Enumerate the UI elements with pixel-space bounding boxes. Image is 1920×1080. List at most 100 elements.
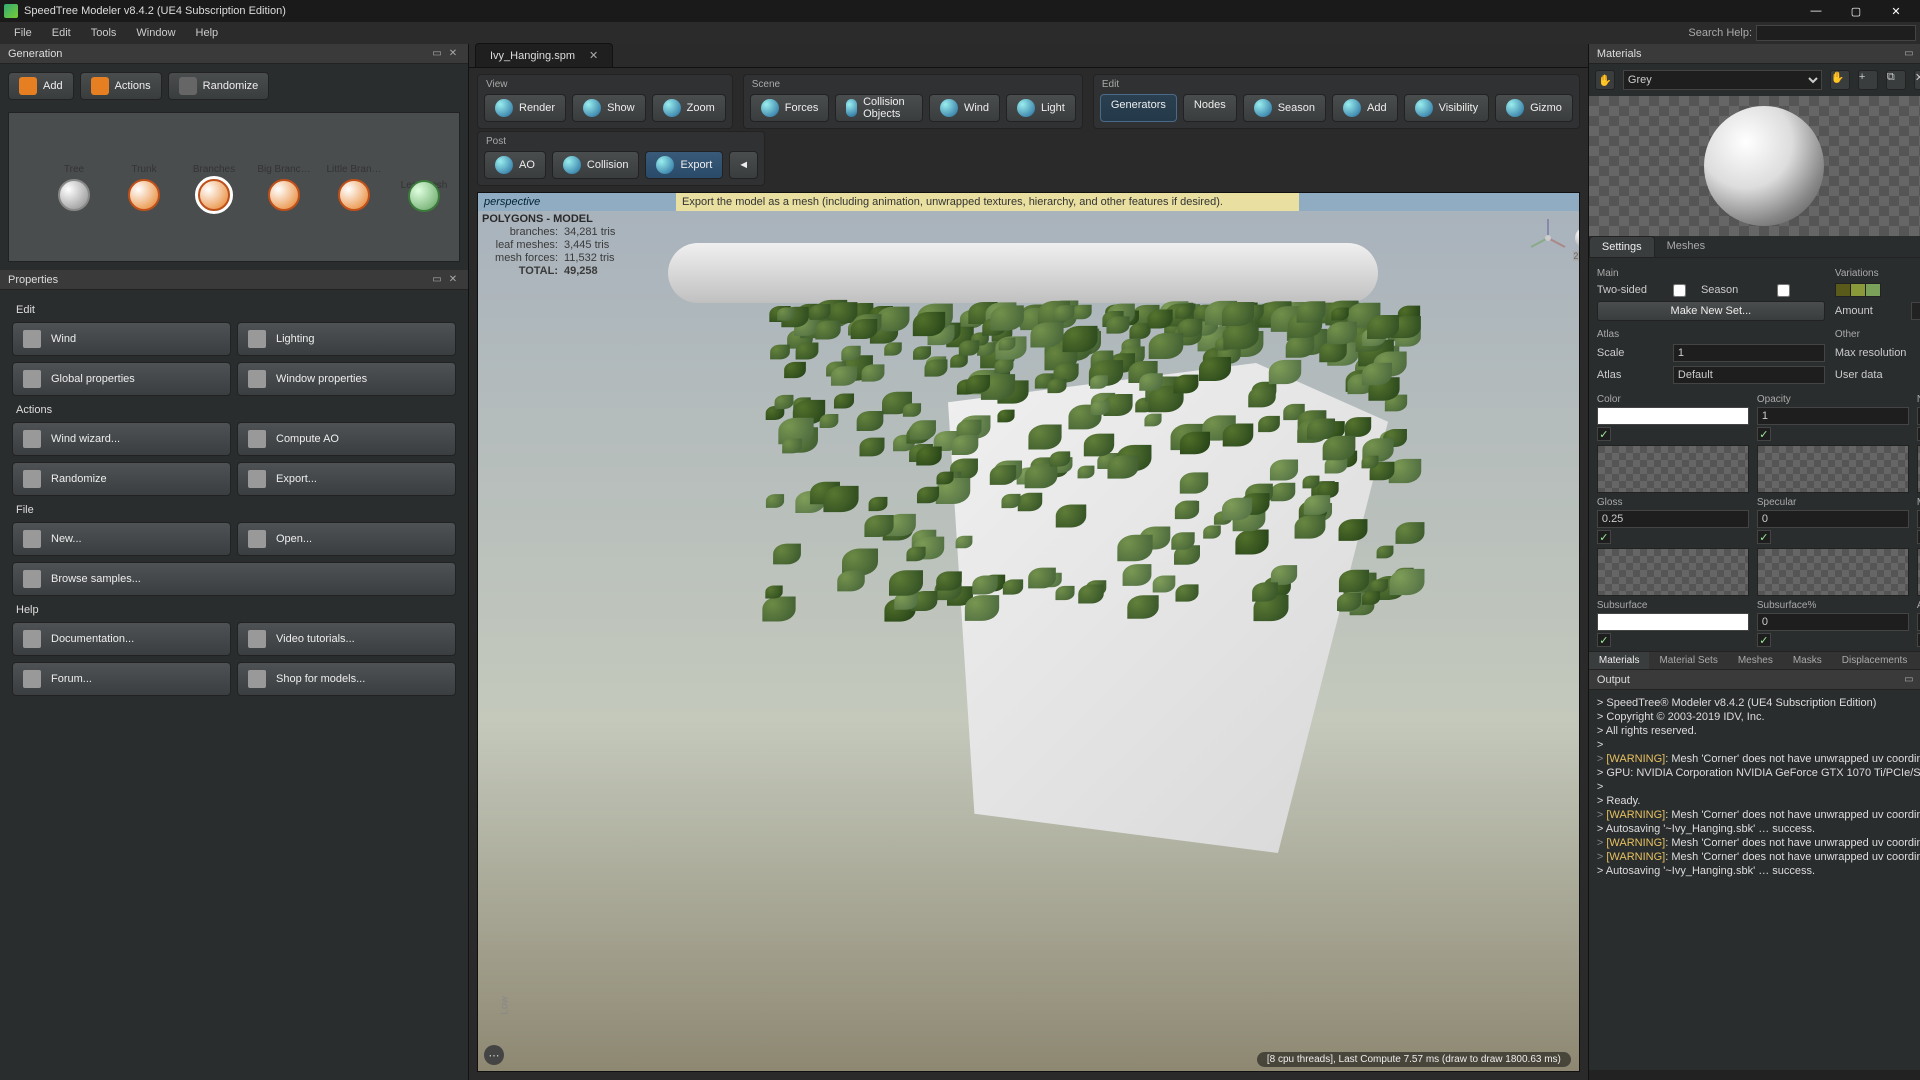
make-new-set-button[interactable]: Make New Set...	[1597, 301, 1825, 321]
subsurf-enable[interactable]: ✓	[1597, 633, 1611, 647]
add-button[interactable]: Add	[1332, 94, 1398, 122]
generation-add-button[interactable]: Add	[8, 72, 74, 100]
subsurfpct-enable[interactable]: ✓	[1757, 633, 1771, 647]
render-button[interactable]: Render	[484, 94, 566, 122]
visibility-button[interactable]: Visibility	[1404, 94, 1490, 122]
forum-button[interactable]: Forum...	[12, 662, 231, 696]
search-help-input[interactable]	[1756, 25, 1916, 41]
post-ao-button[interactable]: AO	[484, 151, 546, 179]
export-button[interactable]: Export...	[237, 462, 456, 496]
subsurfpct-input[interactable]	[1757, 613, 1909, 631]
nodes-tab[interactable]: Nodes	[1183, 94, 1237, 122]
wind-wizard-button[interactable]: Wind wizard...	[12, 422, 231, 456]
forces-button[interactable]: Forces	[750, 94, 830, 122]
menu-edit[interactable]: Edit	[42, 25, 81, 41]
collision-objects-button[interactable]: Collision Objects	[835, 94, 923, 122]
properties-close-icon[interactable]: ✕	[446, 273, 460, 287]
season-button[interactable]: Season	[1243, 94, 1326, 122]
output-scrollbar[interactable]	[1589, 1070, 1920, 1080]
bottab-meshes[interactable]: Meshes	[1728, 652, 1783, 669]
output-undock-icon[interactable]: ▭	[1902, 673, 1916, 687]
post-export-button[interactable]: Export	[645, 151, 723, 179]
gen-node-leafmesh[interactable]: Leaf Mesh	[389, 180, 459, 195]
viewport[interactable]: perspective Export the model as a mesh (…	[477, 192, 1580, 1072]
generation-undock-icon[interactable]: ▭	[430, 47, 444, 61]
gen-node-tree[interactable]: Tree	[39, 164, 109, 211]
color-swatch[interactable]	[1597, 407, 1749, 425]
opacity-enable[interactable]: ✓	[1757, 427, 1771, 441]
zoom-button[interactable]: Zoom	[652, 94, 726, 122]
menu-file[interactable]: File	[4, 25, 42, 41]
browse-samples-button[interactable]: Browse samples...	[12, 562, 456, 596]
generators-tab[interactable]: Generators	[1100, 94, 1177, 122]
maximize-button[interactable]: ▢	[1836, 0, 1876, 22]
menu-help[interactable]: Help	[186, 25, 229, 41]
materials-undock-icon[interactable]: ▭	[1902, 47, 1916, 61]
output-log[interactable]: > SpeedTree® Modeler v8.4.2 (UE4 Subscri…	[1589, 690, 1920, 1070]
mat-copy-icon[interactable]: ⧉	[1886, 70, 1906, 90]
hand-tool-icon[interactable]: ✋	[1595, 70, 1615, 90]
document-tab[interactable]: Ivy_Hanging.spm ✕	[475, 43, 613, 67]
view-gizmo[interactable]: 2.00	[1527, 217, 1569, 259]
specular-enable[interactable]: ✓	[1757, 530, 1771, 544]
minimize-button[interactable]: —	[1796, 0, 1836, 22]
specular-input[interactable]	[1757, 510, 1909, 528]
generation-graph[interactable]: Tree Trunk Branches Big Branc… Little Br…	[8, 112, 460, 262]
light-button[interactable]: Light	[1006, 94, 1076, 122]
documentation-button[interactable]: Documentation...	[12, 622, 231, 656]
specular-map-thumb[interactable]	[1757, 548, 1909, 596]
tab-close-icon[interactable]: ✕	[589, 49, 598, 62]
mat-hand-icon[interactable]: ✋	[1830, 70, 1850, 90]
opacity-map-thumb[interactable]	[1757, 445, 1909, 493]
gen-node-littlebranch[interactable]: Little Bran…	[319, 164, 389, 211]
wind-button[interactable]: Wind	[12, 322, 231, 356]
atlas-input[interactable]	[1673, 366, 1825, 384]
generation-close-icon[interactable]: ✕	[446, 47, 460, 61]
gizmo-button[interactable]: Gizmo	[1495, 94, 1573, 122]
generation-randomize-button[interactable]: Randomize	[168, 72, 270, 100]
bottab-materials[interactable]: Materials	[1589, 652, 1650, 669]
gen-node-bigbranch[interactable]: Big Branc…	[249, 164, 319, 211]
close-button[interactable]: ✕	[1876, 0, 1916, 22]
light-handle-icon[interactable]	[1575, 227, 1580, 249]
viewport-menu-icon[interactable]: ⋯	[484, 1045, 504, 1065]
show-button[interactable]: Show	[572, 94, 646, 122]
gen-node-branches[interactable]: Branches	[179, 164, 249, 211]
scale-input[interactable]	[1673, 344, 1825, 362]
color-enable[interactable]: ✓	[1597, 427, 1611, 441]
season-checkbox[interactable]	[1777, 284, 1790, 297]
bottab-masks[interactable]: Masks	[1783, 652, 1832, 669]
amount-slider[interactable]	[1911, 302, 1920, 320]
color-map-thumb[interactable]	[1597, 445, 1749, 493]
window-properties-button[interactable]: Window properties	[237, 362, 456, 396]
meshes-tab[interactable]: Meshes	[1655, 236, 1718, 257]
randomize-button[interactable]: Randomize	[12, 462, 231, 496]
scene-wind-button[interactable]: Wind	[929, 94, 1000, 122]
gloss-input[interactable]	[1597, 510, 1749, 528]
bottab-displacements[interactable]: Displacements	[1832, 652, 1918, 669]
material-select[interactable]: Grey	[1623, 70, 1822, 90]
bottab-matsets[interactable]: Material Sets	[1649, 652, 1727, 669]
mat-add-icon[interactable]: +	[1858, 70, 1878, 90]
menu-window[interactable]: Window	[126, 25, 185, 41]
menu-tools[interactable]: Tools	[81, 25, 127, 41]
settings-tab[interactable]: Settings	[1589, 236, 1655, 257]
post-back-button[interactable]: ◄	[729, 151, 758, 179]
properties-undock-icon[interactable]: ▭	[430, 273, 444, 287]
two-sided-checkbox[interactable]	[1673, 284, 1686, 297]
gloss-map-thumb[interactable]	[1597, 548, 1749, 596]
subsurf-swatch[interactable]	[1597, 613, 1749, 631]
gloss-enable[interactable]: ✓	[1597, 530, 1611, 544]
mat-delete-icon[interactable]: ✕	[1914, 70, 1920, 90]
global-properties-button[interactable]: Global properties	[12, 362, 231, 396]
open-button[interactable]: Open...	[237, 522, 456, 556]
generation-actions-button[interactable]: Actions	[80, 72, 162, 100]
opacity-input[interactable]	[1757, 407, 1909, 425]
gen-node-trunk[interactable]: Trunk	[109, 164, 179, 211]
new-button[interactable]: New...	[12, 522, 231, 556]
lighting-button[interactable]: Lighting	[237, 322, 456, 356]
shop-models-button[interactable]: Shop for models...	[237, 662, 456, 696]
variation-swatches[interactable]	[1835, 283, 1891, 297]
material-preview[interactable]	[1589, 96, 1920, 236]
compute-ao-button[interactable]: Compute AO	[237, 422, 456, 456]
